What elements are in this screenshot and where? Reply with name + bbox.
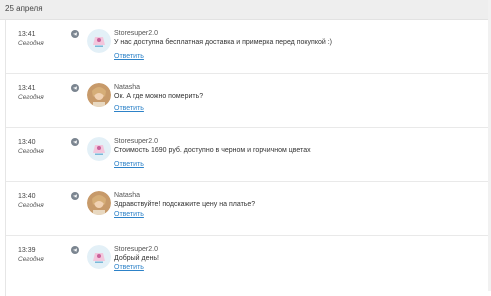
store-avatar-icon [87,245,111,269]
message-text: Стоимость 1690 руб. доступно в черном и … [114,147,311,154]
telegram-icon [71,246,79,254]
sender-name: Storesuper2.0 [114,246,158,253]
user-photo-avatar [87,191,111,215]
message-time: 13:40 [18,139,36,146]
telegram-icon [71,84,79,92]
message-day: Сегодня [18,40,44,47]
message-time: 13:41 [18,85,36,92]
message-time: 13:41 [18,31,36,38]
message-row: 13:41 Сегодня Storesuper2.0 У нас доступ… [6,20,491,74]
message-time: 13:39 [18,247,36,254]
message-day: Сегодня [18,202,44,209]
telegram-icon [71,192,79,200]
message-day: Сегодня [18,256,44,263]
date-header: 25 апреля [0,0,491,20]
message-text: Ок. А где можно померить? [114,93,204,100]
user-photo-avatar [87,83,111,107]
message-time: 13:40 [18,193,36,200]
sender-name: Storesuper2.0 [114,138,158,145]
message-day: Сегодня [18,94,44,101]
reply-link[interactable]: Ответить [114,161,144,168]
message-text: У нас доступна бесплатная доставка и при… [114,39,332,46]
reply-link[interactable]: Ответить [114,211,144,218]
store-avatar-icon [87,137,111,161]
message-row: 13:40 Сегодня Natasha Здравствуйте! подс… [6,182,491,236]
telegram-icon [71,30,79,38]
message-feed: 13:41 Сегодня Storesuper2.0 У нас доступ… [5,20,491,296]
telegram-icon [71,138,79,146]
reply-link[interactable]: Ответить [114,53,144,60]
message-row: 13:41 Сегодня Natasha Ок. А где можно по… [6,74,491,128]
message-text: Добрый день! [114,255,159,262]
sender-name: Natasha [114,192,141,199]
message-row: 13:40 Сегодня Storesuper2.0 Стоимость 16… [6,128,491,182]
reply-link[interactable]: Ответить [114,105,144,112]
sender-name: Storesuper2.0 [114,30,158,37]
reply-link[interactable]: Ответить [114,264,144,271]
store-avatar-icon [87,29,111,53]
message-text: Здравствуйте! подскажите цену на платье? [114,201,256,208]
message-row: 13:39 Сегодня Storesuper2.0 Добрый день!… [6,236,491,296]
sender-name: Natasha [114,84,141,91]
message-day: Сегодня [18,148,44,155]
